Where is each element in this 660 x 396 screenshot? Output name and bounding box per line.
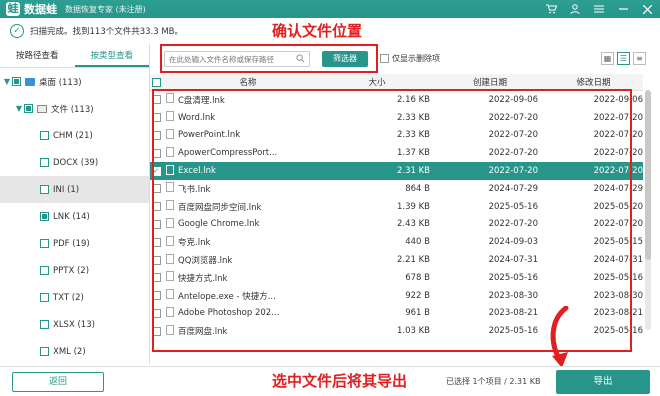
grid-view-icon[interactable]: ▦ — [601, 52, 614, 65]
tree-item-label: PPTX (2) — [53, 265, 90, 276]
filter-button[interactable]: 筛选器 — [322, 51, 368, 67]
search-input[interactable] — [165, 52, 293, 66]
detail-view-icon[interactable]: ≡ — [633, 52, 646, 65]
app-logo: 蛙 数据蛙 数据恢复专家 (未注册) — [6, 1, 146, 17]
tree-item-label: PDF (19) — [53, 238, 90, 249]
cart-icon[interactable] — [544, 2, 558, 16]
checkbox-xlsx[interactable] — [40, 320, 49, 329]
tab-by-type[interactable]: 按类型查看 — [74, 44, 149, 67]
tree-item-label: LNK (14) — [53, 211, 90, 222]
checkbox-desktop[interactable] — [12, 77, 21, 86]
tree-item-ini[interactable]: INI (1) — [0, 176, 149, 203]
annotation-export-hint: 选中文件后将其导出 — [272, 372, 408, 390]
tree-item-pdf[interactable]: PDF (19) — [0, 230, 149, 257]
list-view-icon[interactable]: ☰ — [617, 52, 630, 65]
selection-info: 已选择 1个项目 / 2.31 KB — [446, 377, 541, 386]
tree-item-files[interactable]: ▼ 文件 (113) — [0, 95, 149, 122]
check-circle-icon: ✓ — [10, 24, 24, 38]
header-modified[interactable]: 修改日期 — [544, 76, 643, 88]
tree-item-pptx[interactable]: PPTX (2) — [0, 257, 149, 284]
header-created[interactable]: 创建日期 — [436, 76, 544, 88]
tree-item-xml[interactable]: XML (2) — [0, 338, 149, 365]
search-icon[interactable] — [296, 54, 305, 63]
app-logo-icon: 蛙 — [6, 2, 20, 16]
file-folder-icon — [37, 104, 47, 113]
scrollbar-thumb[interactable] — [645, 90, 651, 260]
checkbox-pdf[interactable] — [40, 239, 49, 248]
chevron-down-icon[interactable]: ▼ — [14, 104, 24, 113]
only-deleted-label: 仅显示删除项 — [392, 54, 440, 63]
tree-item-label: INI (1) — [53, 184, 80, 195]
tree-item-docx[interactable]: DOCX (39) — [0, 149, 149, 176]
main-toolbar: 筛选器 仅显示删除项 ▦ ☰ ≡ — [150, 44, 660, 72]
folder-icon — [25, 77, 35, 86]
close-icon[interactable] — [640, 2, 654, 16]
back-button[interactable]: 返回 — [12, 372, 104, 392]
header-name[interactable]: 名称 — [178, 76, 318, 88]
tree-item-label: CHM (21) — [53, 130, 93, 141]
bottom-bar: 返回 选中文件后将其导出 已选择 1个项目 / 2.31 KB 导出 — [0, 366, 660, 396]
checkbox-files[interactable] — [24, 104, 33, 113]
scan-status-text: 扫描完成。找到113个文件共33.3 MB。 — [30, 27, 184, 37]
select-all-checkbox[interactable] — [151, 77, 161, 87]
checkbox-lnk[interactable] — [40, 212, 49, 221]
tree-item-label: 桌面 (113) — [39, 77, 82, 88]
checkbox-ini[interactable] — [40, 185, 49, 194]
checkbox-docx[interactable] — [40, 158, 49, 167]
table-scrollbar[interactable] — [645, 90, 651, 330]
sidebar: 按路径查看 按类型查看 ▼ 桌面 (113) ▼ 文件 (113) CHM (2… — [0, 44, 150, 364]
annotation-confirm-location: 确认文件位置 — [272, 22, 363, 40]
user-icon[interactable] — [568, 2, 582, 16]
tree-item-lnk[interactable]: LNK (14) — [0, 203, 149, 230]
tree-item-label: DOCX (39) — [53, 157, 99, 168]
export-button[interactable]: 导出 — [556, 370, 650, 394]
tree-item-label: XML (2) — [53, 346, 86, 357]
tree-item-label: TXT (2) — [53, 292, 84, 303]
checkbox-xml[interactable] — [40, 347, 49, 356]
tree-item-chm[interactable]: CHM (21) — [0, 122, 149, 149]
chevron-down-icon[interactable]: ▼ — [2, 77, 12, 86]
annotation-arrow-icon — [550, 306, 569, 368]
tree-item-label: XLSX (13) — [53, 319, 95, 330]
only-deleted-checkbox[interactable] — [380, 54, 389, 63]
search-box[interactable] — [164, 51, 310, 67]
tree-item-label: 文件 (113) — [51, 104, 94, 115]
menu-icon[interactable] — [592, 2, 606, 16]
checkbox-pptx[interactable] — [40, 266, 49, 275]
minimize-icon[interactable] — [616, 2, 630, 16]
tree-item-desktop[interactable]: ▼ 桌面 (113) — [0, 68, 149, 95]
header-size[interactable]: 大小 — [318, 76, 436, 88]
app-subtitle: 数据恢复专家 (未注册) — [65, 4, 146, 14]
checkbox-txt[interactable] — [40, 293, 49, 302]
title-bar: 蛙 数据蛙 数据恢复专家 (未注册) — [0, 0, 660, 18]
tree-item-xlsx[interactable]: XLSX (13) — [0, 311, 149, 338]
tree-item-txt[interactable]: TXT (2) — [0, 284, 149, 311]
tab-by-path[interactable]: 按路径查看 — [0, 44, 75, 67]
only-deleted-toggle[interactable]: 仅显示删除项 — [380, 53, 440, 64]
app-name: 数据蛙 — [24, 3, 57, 16]
checkbox-chm[interactable] — [40, 131, 49, 140]
